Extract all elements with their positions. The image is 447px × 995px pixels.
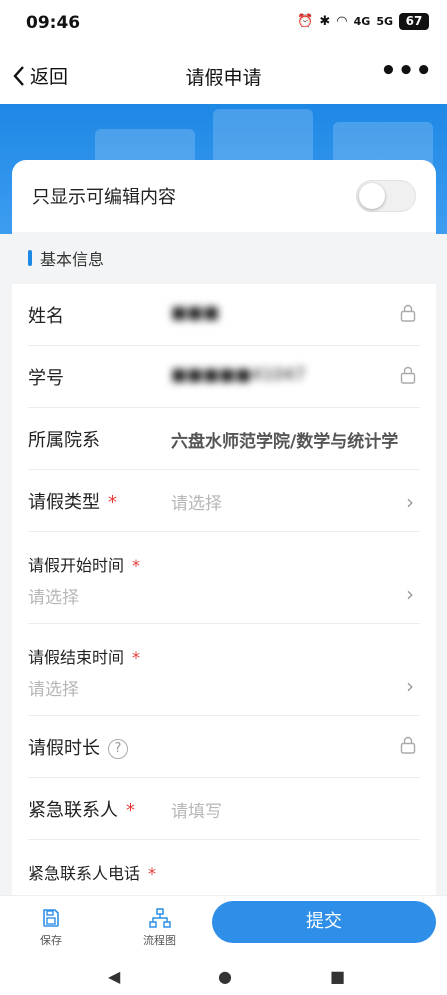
- emergency-contact-input[interactable]: 请填写: [171, 797, 222, 822]
- signal-5g: 5G: [376, 15, 393, 28]
- lock-icon: [400, 736, 416, 754]
- student-no-value: ■■■■■41047: [171, 365, 306, 385]
- field-emergency-phone[interactable]: 紧急联系人电话 *: [28, 840, 420, 895]
- more-menu-icon[interactable]: •••: [380, 56, 433, 86]
- editable-only-toggle[interactable]: [356, 180, 416, 212]
- field-leave-type[interactable]: 请假类型 * 请选择 ›: [28, 470, 420, 532]
- save-icon: [43, 909, 59, 927]
- field-dept: 所属院系 六盘水师范学院/数学与统计学: [28, 408, 420, 470]
- field-start-time[interactable]: 请假开始时间 * 请选择 ›: [28, 532, 420, 624]
- lock-icon: [400, 366, 416, 384]
- bluetooth-icon: ✱: [319, 14, 331, 29]
- editable-only-label: 只显示可编辑内容: [32, 187, 176, 208]
- field-emergency-contact[interactable]: 紧急联系人 * 请填写: [28, 778, 420, 840]
- flowchart-icon: [148, 908, 171, 928]
- section-header: 基本信息: [12, 232, 436, 284]
- help-icon[interactable]: ?: [108, 739, 128, 759]
- chevron-right-icon: ›: [406, 674, 414, 698]
- editable-only-row: 只显示可编辑内容: [12, 160, 436, 232]
- chevron-right-icon: ›: [406, 582, 414, 606]
- lock-icon: [400, 304, 416, 322]
- flowchart-button[interactable]: 流程图: [143, 908, 176, 948]
- wifi-icon: ◠: [336, 14, 348, 29]
- required-mark: *: [132, 556, 141, 575]
- status-icons: ⏰ ✱ ◠ 4G 5G 67: [297, 13, 429, 30]
- name-value: ■■■: [171, 303, 220, 323]
- bottom-action-bar: 保存 流程图 提交: [0, 895, 447, 957]
- field-student-no: 学号 ■■■■■41047: [28, 346, 420, 408]
- required-mark: *: [108, 492, 117, 513]
- start-time-select[interactable]: 请选择: [28, 583, 79, 608]
- required-mark: *: [126, 800, 135, 821]
- clock: 09:46: [26, 13, 81, 33]
- nav-bar: 返回 请假申请 •••: [0, 46, 447, 104]
- field-duration: 请假时长?: [28, 716, 420, 778]
- battery-icon: 67: [399, 13, 429, 30]
- required-mark: *: [132, 648, 141, 667]
- chevron-right-icon: ›: [406, 490, 414, 514]
- field-name: 姓名 ■■■: [28, 284, 420, 346]
- signal-4g: 4G: [353, 15, 371, 28]
- alarm-icon: ⏰: [297, 14, 314, 29]
- save-button[interactable]: 保存: [40, 908, 62, 948]
- submit-button[interactable]: 提交: [212, 901, 436, 943]
- dept-value: 六盘水师范学院/数学与统计学: [171, 432, 399, 452]
- field-end-time[interactable]: 请假结束时间 * 请选择 ›: [28, 624, 420, 716]
- section-title: 基本信息: [40, 250, 105, 269]
- end-time-select[interactable]: 请选择: [28, 675, 79, 700]
- form-card: 只显示可编辑内容 基本信息 姓名 ■■■ 学号 ■■■■■41047 所属院系 …: [12, 160, 436, 895]
- required-mark: *: [148, 864, 157, 883]
- status-bar: 09:46 ⏰ ✱ ◠ 4G 5G 67: [0, 0, 447, 46]
- leave-type-select[interactable]: 请选择: [171, 489, 222, 514]
- recents-nav-icon[interactable]: ■: [330, 967, 345, 986]
- back-nav-icon[interactable]: ◀: [108, 967, 120, 986]
- home-nav-icon[interactable]: ●: [218, 967, 232, 986]
- system-nav-bar: ◀ ● ■: [0, 957, 447, 995]
